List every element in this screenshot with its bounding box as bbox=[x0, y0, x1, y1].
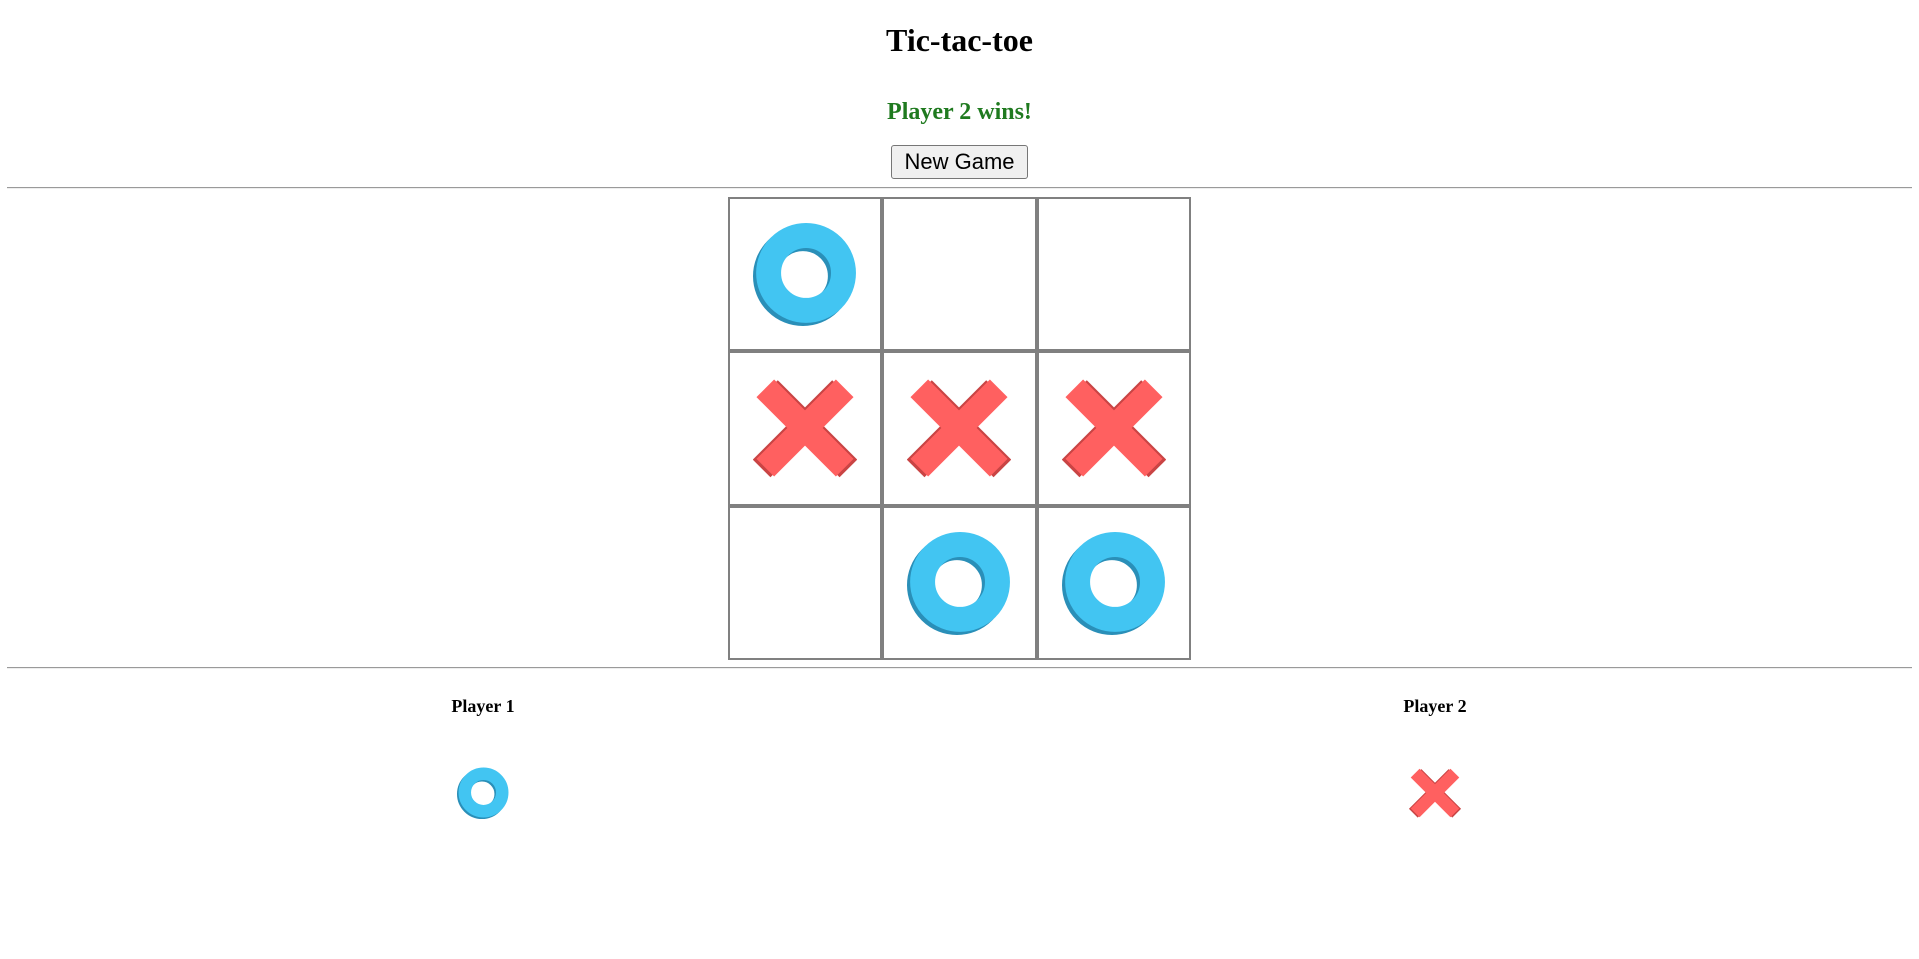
player-1-label: Player 1 bbox=[451, 696, 515, 716]
board-cell-6[interactable] bbox=[1036, 351, 1191, 506]
board-cell-2[interactable] bbox=[882, 197, 1037, 352]
x-mark-icon bbox=[753, 379, 858, 478]
top-divider bbox=[7, 187, 1912, 189]
player-2-label: Player 2 bbox=[1403, 696, 1467, 716]
new-game-button[interactable]: New Game bbox=[891, 145, 1028, 179]
board-cell-1[interactable] bbox=[728, 197, 883, 352]
board-cell-5[interactable] bbox=[882, 351, 1037, 506]
o-mark-icon bbox=[753, 223, 857, 327]
o-mark-icon bbox=[1061, 531, 1165, 635]
board-cell-4[interactable] bbox=[728, 351, 883, 506]
player-1-panel: Player 1 bbox=[383, 695, 583, 819]
board-cell-7[interactable] bbox=[728, 505, 883, 660]
board-cell-3[interactable] bbox=[1036, 197, 1191, 352]
player-2-panel: Player 2 bbox=[1335, 695, 1535, 818]
page-title: Tic-tac-toe bbox=[886, 22, 1033, 58]
board-cell-9[interactable] bbox=[1036, 505, 1191, 660]
game-status: Player 2 wins! bbox=[887, 99, 1032, 125]
player-1-mark-icon bbox=[457, 767, 509, 819]
x-mark-icon bbox=[1061, 379, 1166, 478]
x-mark-icon bbox=[907, 379, 1012, 478]
player-2-mark-icon bbox=[1408, 767, 1462, 819]
o-mark-icon bbox=[457, 767, 509, 819]
bottom-divider bbox=[7, 667, 1912, 669]
board-cell-8[interactable] bbox=[882, 505, 1037, 660]
o-mark-icon bbox=[907, 531, 1011, 635]
game-board bbox=[728, 197, 1191, 660]
x-mark-icon bbox=[1408, 768, 1462, 818]
